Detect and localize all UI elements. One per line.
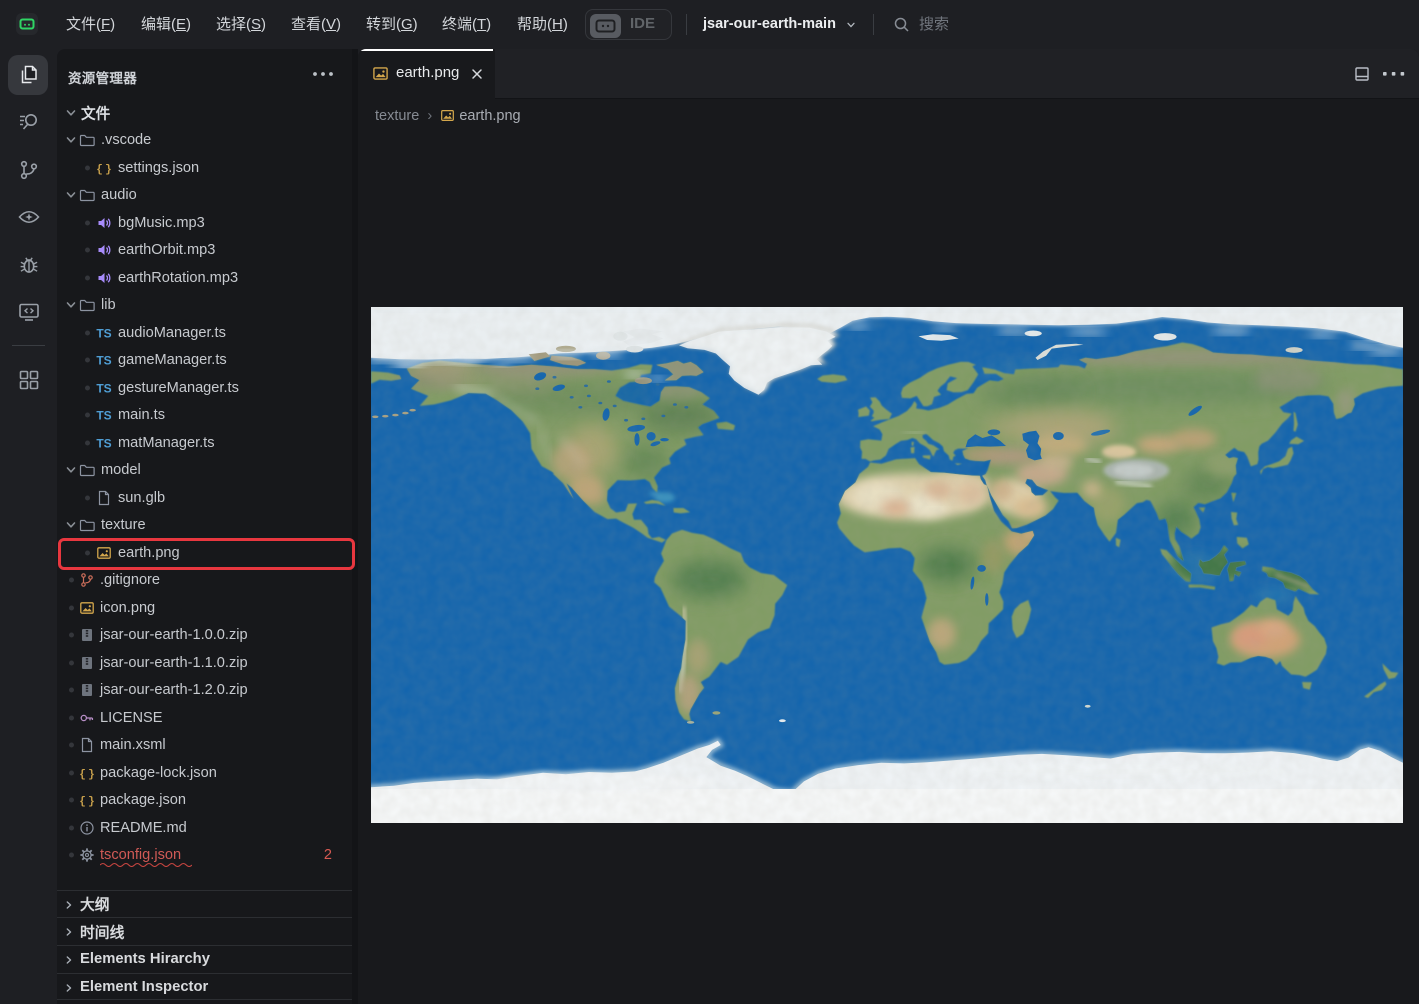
svg-text:TS: TS [96, 436, 111, 450]
svg-text:{ }: { } [79, 769, 94, 781]
svg-text:{ }: { } [79, 796, 94, 808]
svg-text:TS: TS [96, 381, 111, 395]
svg-text:TS: TS [96, 326, 111, 340]
svg-text:TS: TS [96, 409, 111, 423]
svg-text:{ }: { } [96, 164, 111, 176]
svg-text:TS: TS [96, 354, 111, 368]
